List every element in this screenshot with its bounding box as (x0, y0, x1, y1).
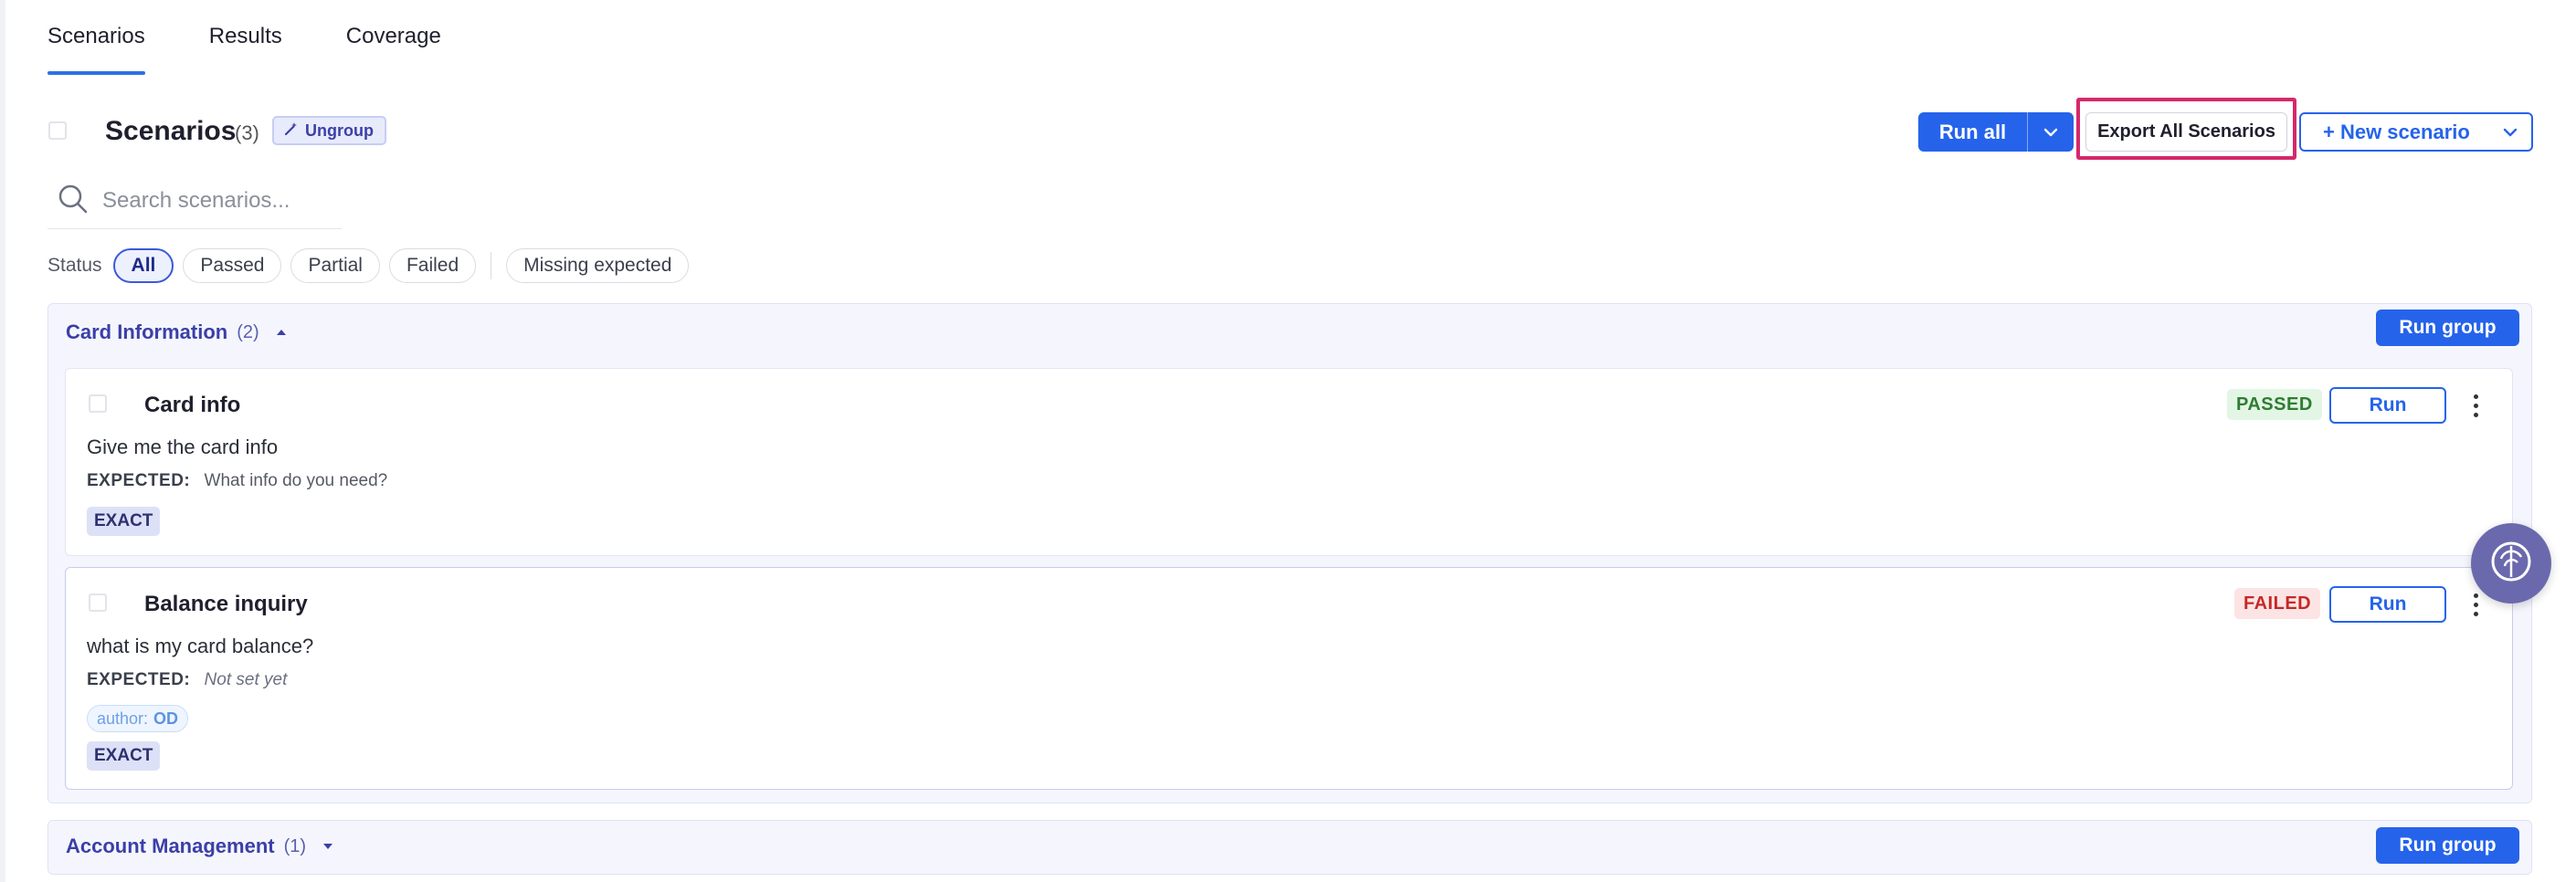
filter-chip-partial[interactable]: Partial (290, 248, 380, 283)
filter-chip-failed[interactable]: Failed (388, 248, 477, 283)
match-type-tag: EXACT (87, 741, 161, 771)
group-header-toggle[interactable]: Card Information (2) (66, 320, 287, 344)
expected-key: EXPECTED: (87, 471, 191, 490)
ungroup-label: Ungroup (305, 121, 374, 140)
caret-up-icon (276, 324, 287, 341)
scenario-count: (3) (235, 121, 259, 144)
match-type-tag: EXACT (87, 507, 161, 536)
run-group-button[interactable]: Run group (2376, 310, 2519, 346)
scenario-group-account-management: Account Management (1) Run group (48, 820, 2532, 875)
scenario-checkbox[interactable] (89, 593, 107, 612)
expected-value: What info do you need? (204, 471, 388, 490)
caret-down-icon (322, 838, 333, 855)
assistant-launcher-button[interactable] (2471, 523, 2551, 604)
expected-key: EXPECTED: (87, 670, 191, 689)
tab-coverage[interactable]: Coverage (346, 0, 441, 75)
run-scenario-button[interactable]: Run (2329, 586, 2446, 623)
scenario-expected: EXPECTED: What info do you need? (87, 471, 387, 491)
tab-scenarios[interactable]: Scenarios (48, 0, 145, 75)
left-edge (0, 0, 5, 882)
author-tag: author: OD (87, 705, 189, 732)
run-all-button[interactable]: Run all (1918, 112, 2074, 152)
group-name: Card Information (66, 320, 228, 343)
group-count: (2) (237, 321, 259, 342)
new-scenario-button[interactable]: + New scenario (2299, 112, 2533, 152)
run-scenario-button[interactable]: Run (2329, 387, 2446, 424)
status-badge: PASSED (2227, 389, 2322, 420)
scenario-title: Card info (144, 393, 241, 417)
expected-value: Not set yet (204, 670, 288, 689)
scenario-card: Balance inquiry what is my card balance?… (65, 567, 2513, 790)
new-scenario-label: + New scenario (2323, 120, 2470, 143)
scenario-group-card-information: Card Information (2) Run group Card info… (48, 303, 2532, 803)
status-badge: FAILED (2234, 588, 2321, 619)
run-all-label: Run all (1938, 120, 2007, 143)
run-group-button[interactable]: Run group (2376, 827, 2519, 864)
status-filter-label: Status (48, 255, 102, 276)
chevron-down-icon[interactable] (2489, 128, 2531, 137)
page-title: Scenarios (105, 116, 237, 146)
author-key: author: (97, 709, 149, 728)
scenario-prompt: what is my card balance? (87, 635, 314, 657)
tab-results[interactable]: Results (209, 0, 282, 75)
magic-wand-icon (283, 121, 300, 142)
scenario-expected: EXPECTED: Not set yet (87, 670, 287, 690)
author-value: OD (153, 709, 179, 728)
scenario-card: Card info Give me the card info EXPECTED… (65, 368, 2513, 556)
select-all-checkbox[interactable] (48, 121, 67, 140)
scenario-checkbox[interactable] (89, 394, 107, 413)
export-all-scenarios-button[interactable]: Export All Scenarios (2085, 112, 2287, 152)
assistant-icon (2488, 539, 2534, 589)
tab-bar: Scenarios Results Coverage (48, 0, 505, 75)
more-options-icon[interactable] (2466, 588, 2485, 621)
scenario-title: Balance inquiry (144, 592, 308, 616)
ungroup-button[interactable]: Ungroup (272, 116, 386, 145)
group-name: Account Management (66, 835, 275, 857)
group-count: (1) (283, 835, 307, 856)
filter-chip-all[interactable]: All (112, 248, 174, 283)
search-bar (48, 173, 342, 229)
filter-chip-missing-expected[interactable]: Missing expected (506, 248, 690, 283)
search-input[interactable] (100, 187, 342, 215)
group-header-toggle[interactable]: Account Management (1) (66, 835, 333, 858)
status-filter-bar: Status All Passed Partial Failed Missing… (48, 247, 698, 284)
filter-chip-passed[interactable]: Passed (183, 248, 282, 283)
search-icon (48, 183, 90, 220)
scenario-prompt: Give me the card info (87, 436, 279, 458)
chevron-down-icon[interactable] (2028, 128, 2074, 137)
more-options-icon[interactable] (2466, 389, 2485, 422)
